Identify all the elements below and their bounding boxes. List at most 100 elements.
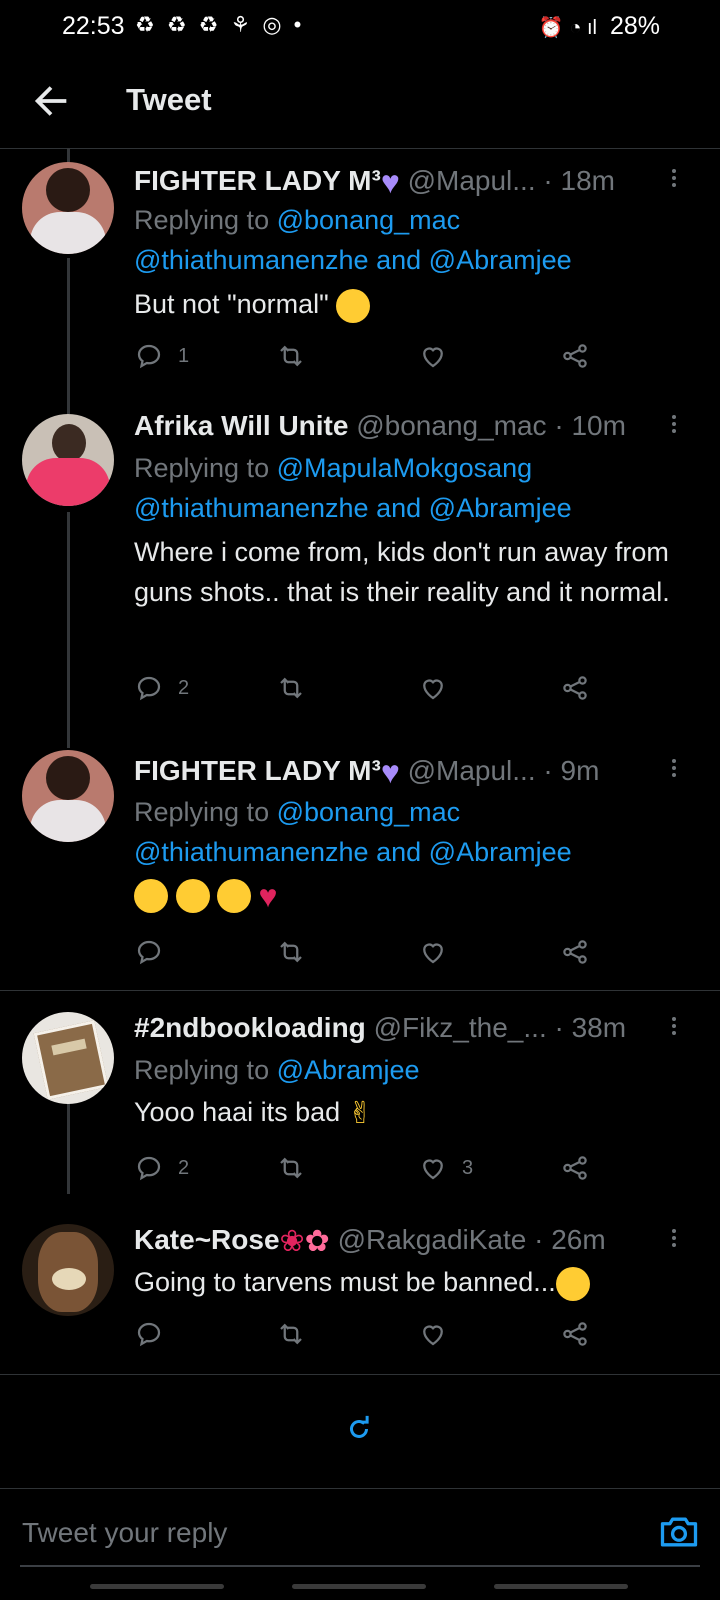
share-button[interactable]	[560, 934, 590, 970]
reply-tweet[interactable]: FIGHTER LADY M³♥ @Mapul... · 18m Replyin…	[0, 162, 720, 392]
reply-button[interactable]: 2	[134, 1150, 189, 1186]
purple-heart-emoji: ♥	[380, 754, 400, 790]
crying-face-emoji	[217, 878, 252, 913]
camera-icon[interactable]	[656, 1510, 702, 1554]
avatar[interactable]	[22, 1012, 114, 1104]
more-options-icon[interactable]	[668, 412, 680, 440]
tweet-time[interactable]: 10m	[571, 410, 625, 441]
more-options-icon[interactable]	[668, 1226, 680, 1254]
avatar[interactable]	[22, 414, 114, 506]
heart-icon	[423, 679, 443, 700]
tweet-time[interactable]: 18m	[561, 165, 615, 196]
display-name[interactable]: FIGHTER LADY M³	[134, 755, 381, 786]
like-button[interactable]	[418, 670, 462, 706]
mention-link[interactable]: @bonang_mac	[277, 205, 461, 235]
reply-icon	[137, 1156, 161, 1181]
reply-tweet[interactable]: Kate~Rose❀✿ @RakgadiKate · 26m Going to …	[0, 1224, 720, 1354]
system-icons: ⏰ ◔ ıl	[538, 17, 597, 39]
mention-link[interactable]: @Abramjee	[429, 493, 572, 523]
notification-icons: ♻ ♻ ♻ ⚘ ◎ •	[135, 12, 305, 37]
battery-level: 28%	[609, 12, 660, 40]
replying-to: Replying to @Abramjee	[134, 1055, 420, 1085]
divider	[0, 1374, 720, 1375]
user-handle[interactable]: @Mapul...	[408, 755, 536, 786]
like-button[interactable]: 3	[418, 1150, 473, 1186]
tweet-header: FIGHTER LADY M³♥ @Mapul... · 18m	[134, 164, 615, 200]
user-handle[interactable]: @bonang_mac	[356, 410, 546, 441]
mention-link[interactable]: @Abramjee	[277, 1055, 420, 1085]
more-options-icon[interactable]	[668, 756, 680, 784]
like-button[interactable]	[418, 934, 462, 970]
tweet-text: ♥	[134, 874, 704, 916]
mention-link[interactable]: @thiathumanenzhe	[134, 837, 369, 867]
reply-count: 2	[178, 1156, 190, 1179]
tweet-time[interactable]: 26m	[551, 1224, 605, 1255]
avatar[interactable]	[22, 162, 114, 254]
crying-face-emoji	[175, 878, 210, 913]
divider	[0, 1488, 720, 1489]
more-options-icon[interactable]	[668, 166, 680, 194]
reply-icon	[137, 940, 161, 965]
user-handle[interactable]: @RakgadiKate	[338, 1224, 527, 1255]
like-button[interactable]	[418, 338, 462, 374]
mention-link[interactable]: @thiathumanenzhe	[134, 493, 369, 523]
reply-button[interactable]: 1	[134, 338, 189, 374]
refresh-icon[interactable]	[344, 1414, 374, 1444]
replying-to: Replying to @bonang_mac @thiathumanenzhe…	[134, 797, 572, 867]
tweet-actions: 1	[134, 338, 614, 374]
input-underline	[20, 1565, 700, 1567]
display-name[interactable]: Kate~Rose	[134, 1224, 280, 1255]
mention-link[interactable]: @bonang_mac	[277, 797, 461, 827]
reply-tweet[interactable]: Afrika Will Unite @bonang_mac · 10m Repl…	[0, 410, 720, 714]
retweet-button[interactable]	[276, 338, 320, 374]
reply-button[interactable]	[134, 934, 178, 970]
reply-tweet[interactable]: FIGHTER LADY M³♥ @Mapul... · 9m Replying…	[0, 750, 720, 976]
broken-heart-emoji: ♥	[258, 877, 278, 914]
tweet-header: #2ndbookloading @Fikz_the_... · 38m	[134, 1012, 627, 1043]
reply-button[interactable]	[134, 1316, 178, 1352]
nav-recents[interactable]	[90, 1584, 224, 1589]
display-name[interactable]: FIGHTER LADY M³	[134, 165, 381, 196]
arrow-left-icon[interactable]	[28, 78, 74, 124]
mention-link[interactable]: @MapulaMokgosang	[277, 453, 533, 483]
reply-count: 2	[178, 676, 190, 699]
tweet-time[interactable]: 9m	[561, 755, 600, 786]
mention-link[interactable]: @Abramjee	[429, 837, 572, 867]
user-handle[interactable]: @Fikz_the_...	[374, 1012, 547, 1043]
more-options-icon[interactable]	[668, 1014, 680, 1042]
avatar[interactable]	[22, 1224, 114, 1316]
heart-icon	[423, 943, 443, 964]
status-time: 22:53	[62, 12, 125, 40]
share-button[interactable]	[560, 338, 590, 374]
retweet-button[interactable]	[276, 1150, 320, 1186]
share-icon	[563, 676, 587, 700]
heart-icon	[423, 1159, 443, 1180]
reply-button[interactable]: 2	[134, 670, 189, 706]
retweet-button[interactable]	[276, 934, 320, 970]
heart-icon	[423, 347, 443, 368]
tweet-time[interactable]: 38m	[572, 1012, 626, 1043]
reply-tweet[interactable]: #2ndbookloading @Fikz_the_... · 38m Repl…	[0, 1012, 720, 1184]
top-app-bar: Tweet	[0, 56, 720, 149]
share-button[interactable]	[560, 1316, 590, 1352]
tweet-text: But not "normal"	[134, 284, 704, 324]
display-name[interactable]: #2ndbookloading	[134, 1012, 366, 1043]
retweet-button[interactable]	[276, 1316, 320, 1352]
display-name[interactable]: Afrika Will Unite	[134, 410, 348, 441]
mention-link[interactable]: @Abramjee	[429, 245, 572, 275]
like-button[interactable]	[418, 1316, 462, 1352]
nav-home[interactable]	[292, 1584, 426, 1589]
nav-back[interactable]	[494, 1584, 628, 1589]
reply-input[interactable]	[20, 1510, 624, 1556]
share-button[interactable]	[560, 1150, 590, 1186]
retweet-icon	[280, 677, 302, 699]
retweet-icon	[280, 345, 302, 367]
tweet-text: Where i come from, kids don't run away f…	[134, 537, 670, 607]
reply-count: 1	[178, 344, 190, 367]
retweet-button[interactable]	[276, 670, 320, 706]
avatar[interactable]	[22, 750, 114, 842]
mention-link[interactable]: @thiathumanenzhe	[134, 245, 369, 275]
user-handle[interactable]: @Mapul...	[408, 165, 536, 196]
tweet-header: Afrika Will Unite @bonang_mac · 10m	[134, 410, 626, 441]
share-button[interactable]	[560, 670, 590, 706]
